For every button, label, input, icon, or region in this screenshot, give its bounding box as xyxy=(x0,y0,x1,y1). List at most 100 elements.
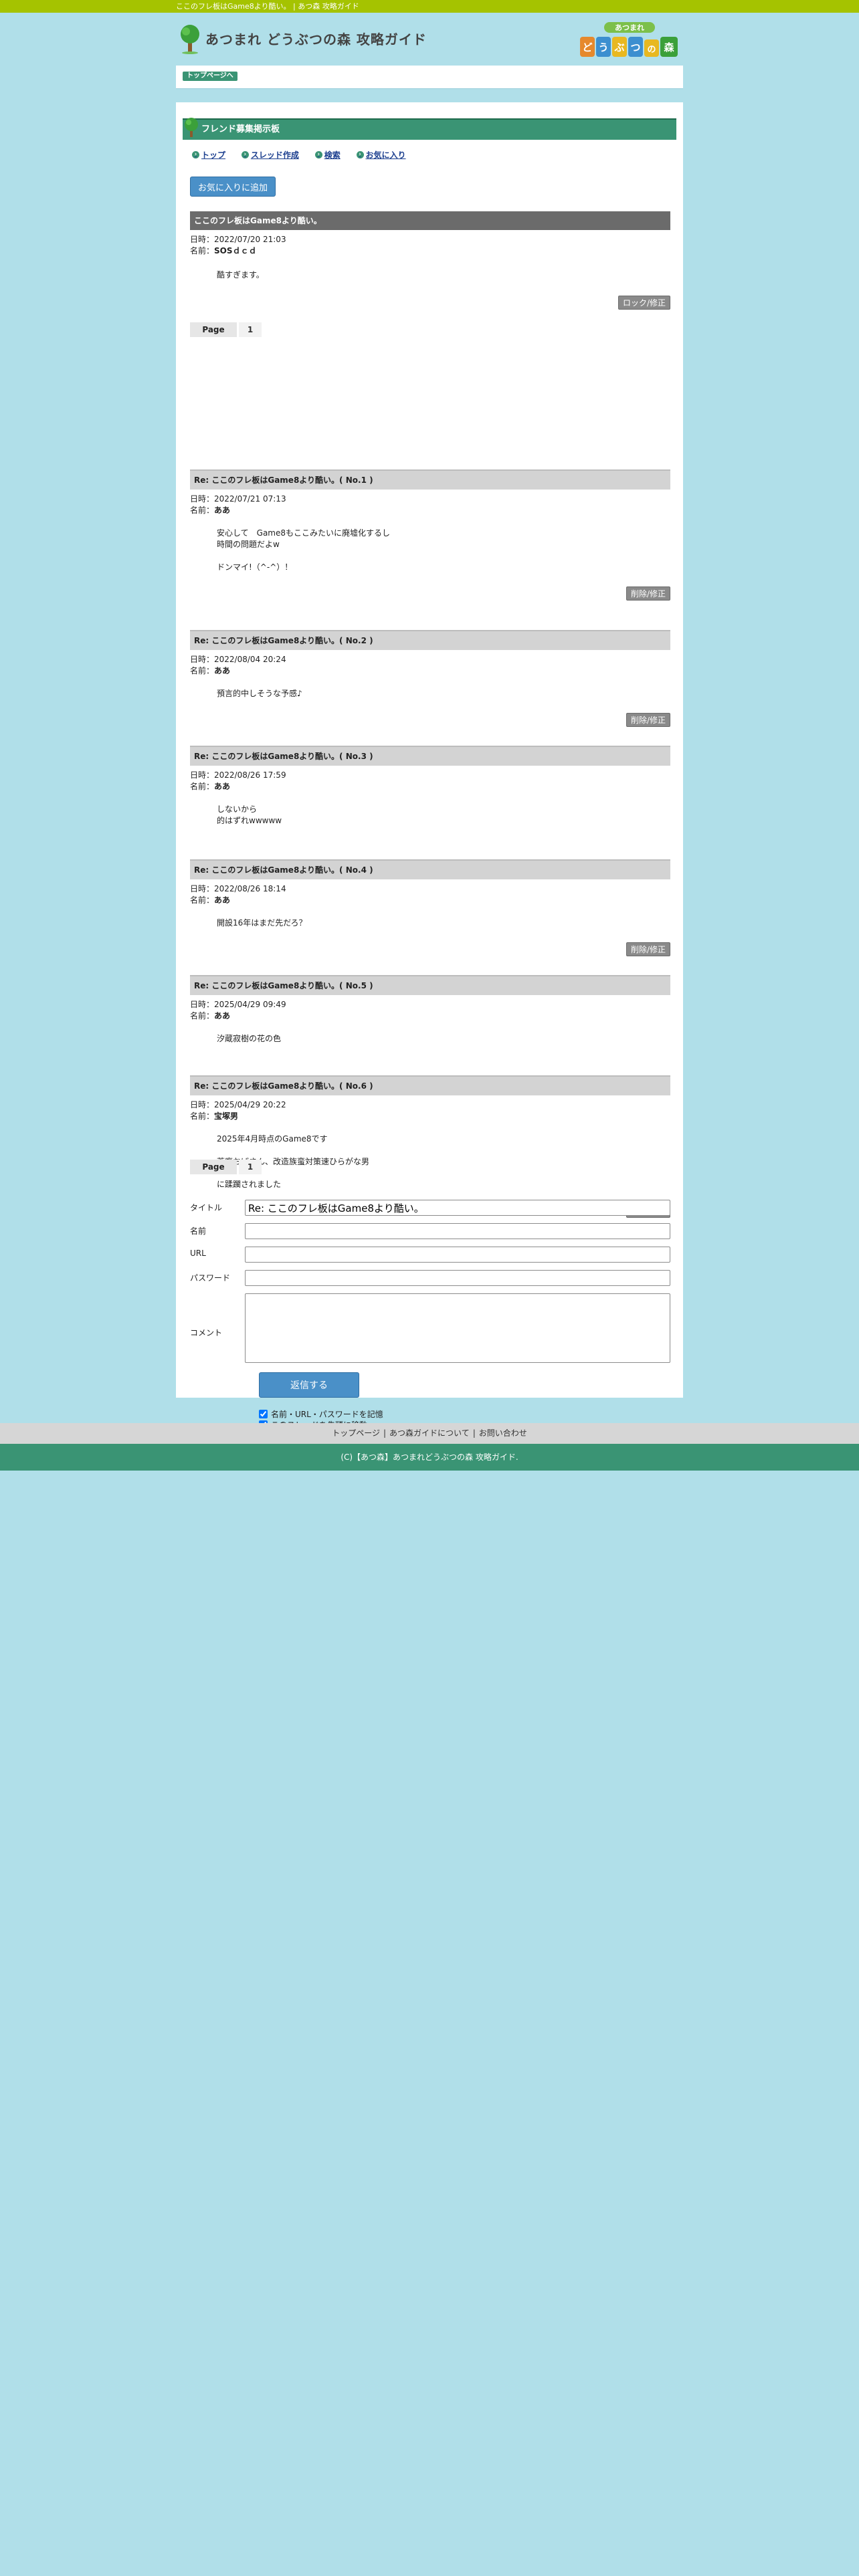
reply-post: Re: ここのフレ板はGame8より酷い。( No.6 ) 日時：2025/04/… xyxy=(190,1075,670,1218)
nav-create-thread-label: スレッド作成 xyxy=(250,150,299,160)
submit-reply-button[interactable]: 返信する xyxy=(259,1372,359,1398)
reply-title: Re: ここのフレ板はGame8より酷い。( No.6 ) xyxy=(190,1075,670,1095)
nav-top-link[interactable]: › トップ xyxy=(192,149,225,160)
post-body: 開設16年はまだ先だろ？ xyxy=(217,918,307,928)
svg-text:ぶ: ぶ xyxy=(613,41,624,53)
arrow-icon: › xyxy=(241,151,249,158)
nav-search-link[interactable]: › 検索 xyxy=(314,149,341,160)
pagination-bottom: Page 1 xyxy=(190,1160,262,1174)
top-bar: ここのフレ板はGame8より酷い。 | あつ森 攻略ガイド xyxy=(0,0,859,13)
name-label: 名前： xyxy=(190,1011,215,1021)
name-label: 名前： xyxy=(190,895,215,905)
name-label: 名前： xyxy=(190,1111,215,1121)
footer-about-link[interactable]: あつ森ガイドについて xyxy=(389,1428,470,1438)
name-input[interactable] xyxy=(245,1223,670,1239)
date-label: 日時： xyxy=(190,494,215,504)
page-1-link[interactable]: 1 xyxy=(239,322,262,337)
post-meta: 日時：2022/08/26 17:59 名前：ああ xyxy=(190,770,286,792)
doubutsu-no-mori-logo[interactable]: あつまれ ど う ぶ つ の 森 xyxy=(579,21,680,61)
post-author: ああ xyxy=(214,782,231,791)
arrow-icon: › xyxy=(356,151,364,158)
post-date: 2022/07/21 07:13 xyxy=(214,494,286,504)
post-date: 2025/04/29 09:49 xyxy=(214,1000,286,1009)
post-meta: 日時：2025/04/29 20:22 名前：宝塚男 xyxy=(190,1099,286,1122)
url-label: URL xyxy=(190,1249,206,1258)
delete-edit-button[interactable]: 削除/修正 xyxy=(626,942,670,956)
reply-post: Re: ここのフレ板はGame8より酷い。( No.5 ) 日時：2025/04/… xyxy=(190,975,670,1043)
name-label: 名前： xyxy=(190,506,215,515)
footer-nav: トップページ | あつ森ガイドについて | お問い合わせ xyxy=(0,1423,859,1444)
title-input[interactable] xyxy=(245,1200,670,1216)
post-meta: 日時：2022/07/20 21:03 名前：SOSｄｃｄ xyxy=(190,234,286,257)
post-body: しないから 的はずれwwwww xyxy=(217,804,282,825)
title-label: タイトル xyxy=(190,1203,223,1212)
post-body: 汐蔵寂樹の花の色 xyxy=(217,1034,282,1043)
breadcrumb-top-page-link[interactable]: トップページへ xyxy=(183,72,237,81)
post-author: ああ xyxy=(214,506,231,515)
reply-title: Re: ここのフレ板はGame8より酷い。( No.2 ) xyxy=(190,630,670,650)
post-meta: 日時：2022/07/21 07:13 名前：ああ xyxy=(190,494,286,516)
board-title: フレンド募集掲示板 xyxy=(201,124,280,134)
password-label: パスワード xyxy=(190,1273,231,1283)
footer-top-page-link[interactable]: トップページ xyxy=(332,1428,380,1438)
post-author: ああ xyxy=(214,666,231,675)
post-author: ああ xyxy=(214,895,231,905)
reply-post: Re: ここのフレ板はGame8より酷い。( No.3 ) 日時：2022/08/… xyxy=(190,746,670,825)
main-content: フレンド募集掲示板 › トップ › スレッド作成 › 検索 › お気に入り お気に入りに… xyxy=(176,102,683,1430)
post-author: ああ xyxy=(214,1011,231,1021)
site-title[interactable]: あつまれ どうぶつの森 攻略ガイド xyxy=(205,29,427,48)
nav-top-label: トップ xyxy=(201,150,226,160)
post-body: 安心して Game8もここみたいに廃墟化するし 時間の問題だよw ドンマイ!（^… xyxy=(217,528,391,572)
nav-search-label: 検索 xyxy=(324,150,341,160)
reply-title: Re: ここのフレ板はGame8より酷い。( No.4 ) xyxy=(190,859,670,879)
breadcrumb: トップページへ xyxy=(176,66,683,89)
comment-label: コメント xyxy=(190,1328,223,1337)
tree-logo-icon[interactable] xyxy=(179,23,201,54)
page-1-link[interactable]: 1 xyxy=(239,1160,262,1174)
post-meta: 日時：2022/08/04 20:24 名前：ああ xyxy=(190,654,286,677)
post-author: 宝塚男 xyxy=(214,1111,239,1121)
top-bar-text: ここのフレ板はGame8より酷い。 | あつ森 攻略ガイド xyxy=(176,2,359,11)
pagination: Page 1 xyxy=(190,322,262,337)
reply-post: Re: ここのフレ板はGame8より酷い。( No.1 ) 日時：2022/07/… xyxy=(190,469,670,601)
name-field-label: 名前 xyxy=(190,1226,207,1236)
svg-text:ど: ど xyxy=(582,41,592,53)
date-label: 日時： xyxy=(190,884,215,893)
copyright: (C)【あつ森】あつまれどうぶつの森 攻略ガイド. xyxy=(0,1444,859,1471)
footer-separator: | xyxy=(383,1428,387,1438)
name-label: 名前： xyxy=(190,246,215,255)
reply-post: Re: ここのフレ板はGame8より酷い。( No.2 ) 日時：2022/08/… xyxy=(190,630,670,727)
svg-text:つ: つ xyxy=(630,41,640,53)
post-body: 酷すぎます。 xyxy=(217,270,264,280)
arrow-icon: › xyxy=(314,151,322,158)
reply-post: Re: ここのフレ板はGame8より酷い。( No.4 ) 日時：2022/08/… xyxy=(190,859,670,956)
add-to-favorites-button[interactable]: お気に入りに追加 xyxy=(190,177,276,197)
svg-text:う: う xyxy=(598,41,608,53)
comment-textarea[interactable] xyxy=(245,1293,670,1363)
date-label: 日時： xyxy=(190,770,215,780)
nav-favorites-link[interactable]: › お気に入り xyxy=(356,149,406,160)
svg-text:森: 森 xyxy=(664,41,674,53)
date-label: 日時： xyxy=(190,1100,215,1109)
name-label: 名前： xyxy=(190,782,215,791)
post-meta: 日時：2022/08/26 18:14 名前：ああ xyxy=(190,883,286,906)
password-input[interactable] xyxy=(245,1270,670,1286)
nav-create-thread-link[interactable]: › スレッド作成 xyxy=(241,149,299,160)
reply-title: Re: ここのフレ板はGame8より酷い。( No.3 ) xyxy=(190,746,670,766)
nav-favorites-label: お気に入り xyxy=(365,150,406,160)
remember-checkbox-row[interactable]: 名前・URL・パスワードを記憶 xyxy=(259,1408,383,1420)
post-date: 2022/07/20 21:03 xyxy=(214,235,286,244)
url-input[interactable] xyxy=(245,1247,670,1263)
remember-checkbox[interactable] xyxy=(259,1410,268,1418)
delete-edit-button[interactable]: 削除/修正 xyxy=(626,713,670,727)
delete-edit-button[interactable]: 削除/修正 xyxy=(626,586,670,601)
pagination-label: Page xyxy=(190,322,237,337)
remember-label: 名前・URL・パスワードを記憶 xyxy=(271,1410,383,1419)
reply-title: Re: ここのフレ板はGame8より酷い。( No.1 ) xyxy=(190,469,670,490)
post-author: SOSｄｃｄ xyxy=(214,246,257,255)
thread-title: ここのフレ板はGame8より酷い。 xyxy=(190,211,670,230)
post-date: 2025/04/29 20:22 xyxy=(214,1100,286,1109)
footer-separator: | xyxy=(472,1428,476,1438)
lock-edit-button[interactable]: ロック/修正 xyxy=(617,296,670,310)
footer-contact-link[interactable]: お問い合わせ xyxy=(479,1428,527,1438)
